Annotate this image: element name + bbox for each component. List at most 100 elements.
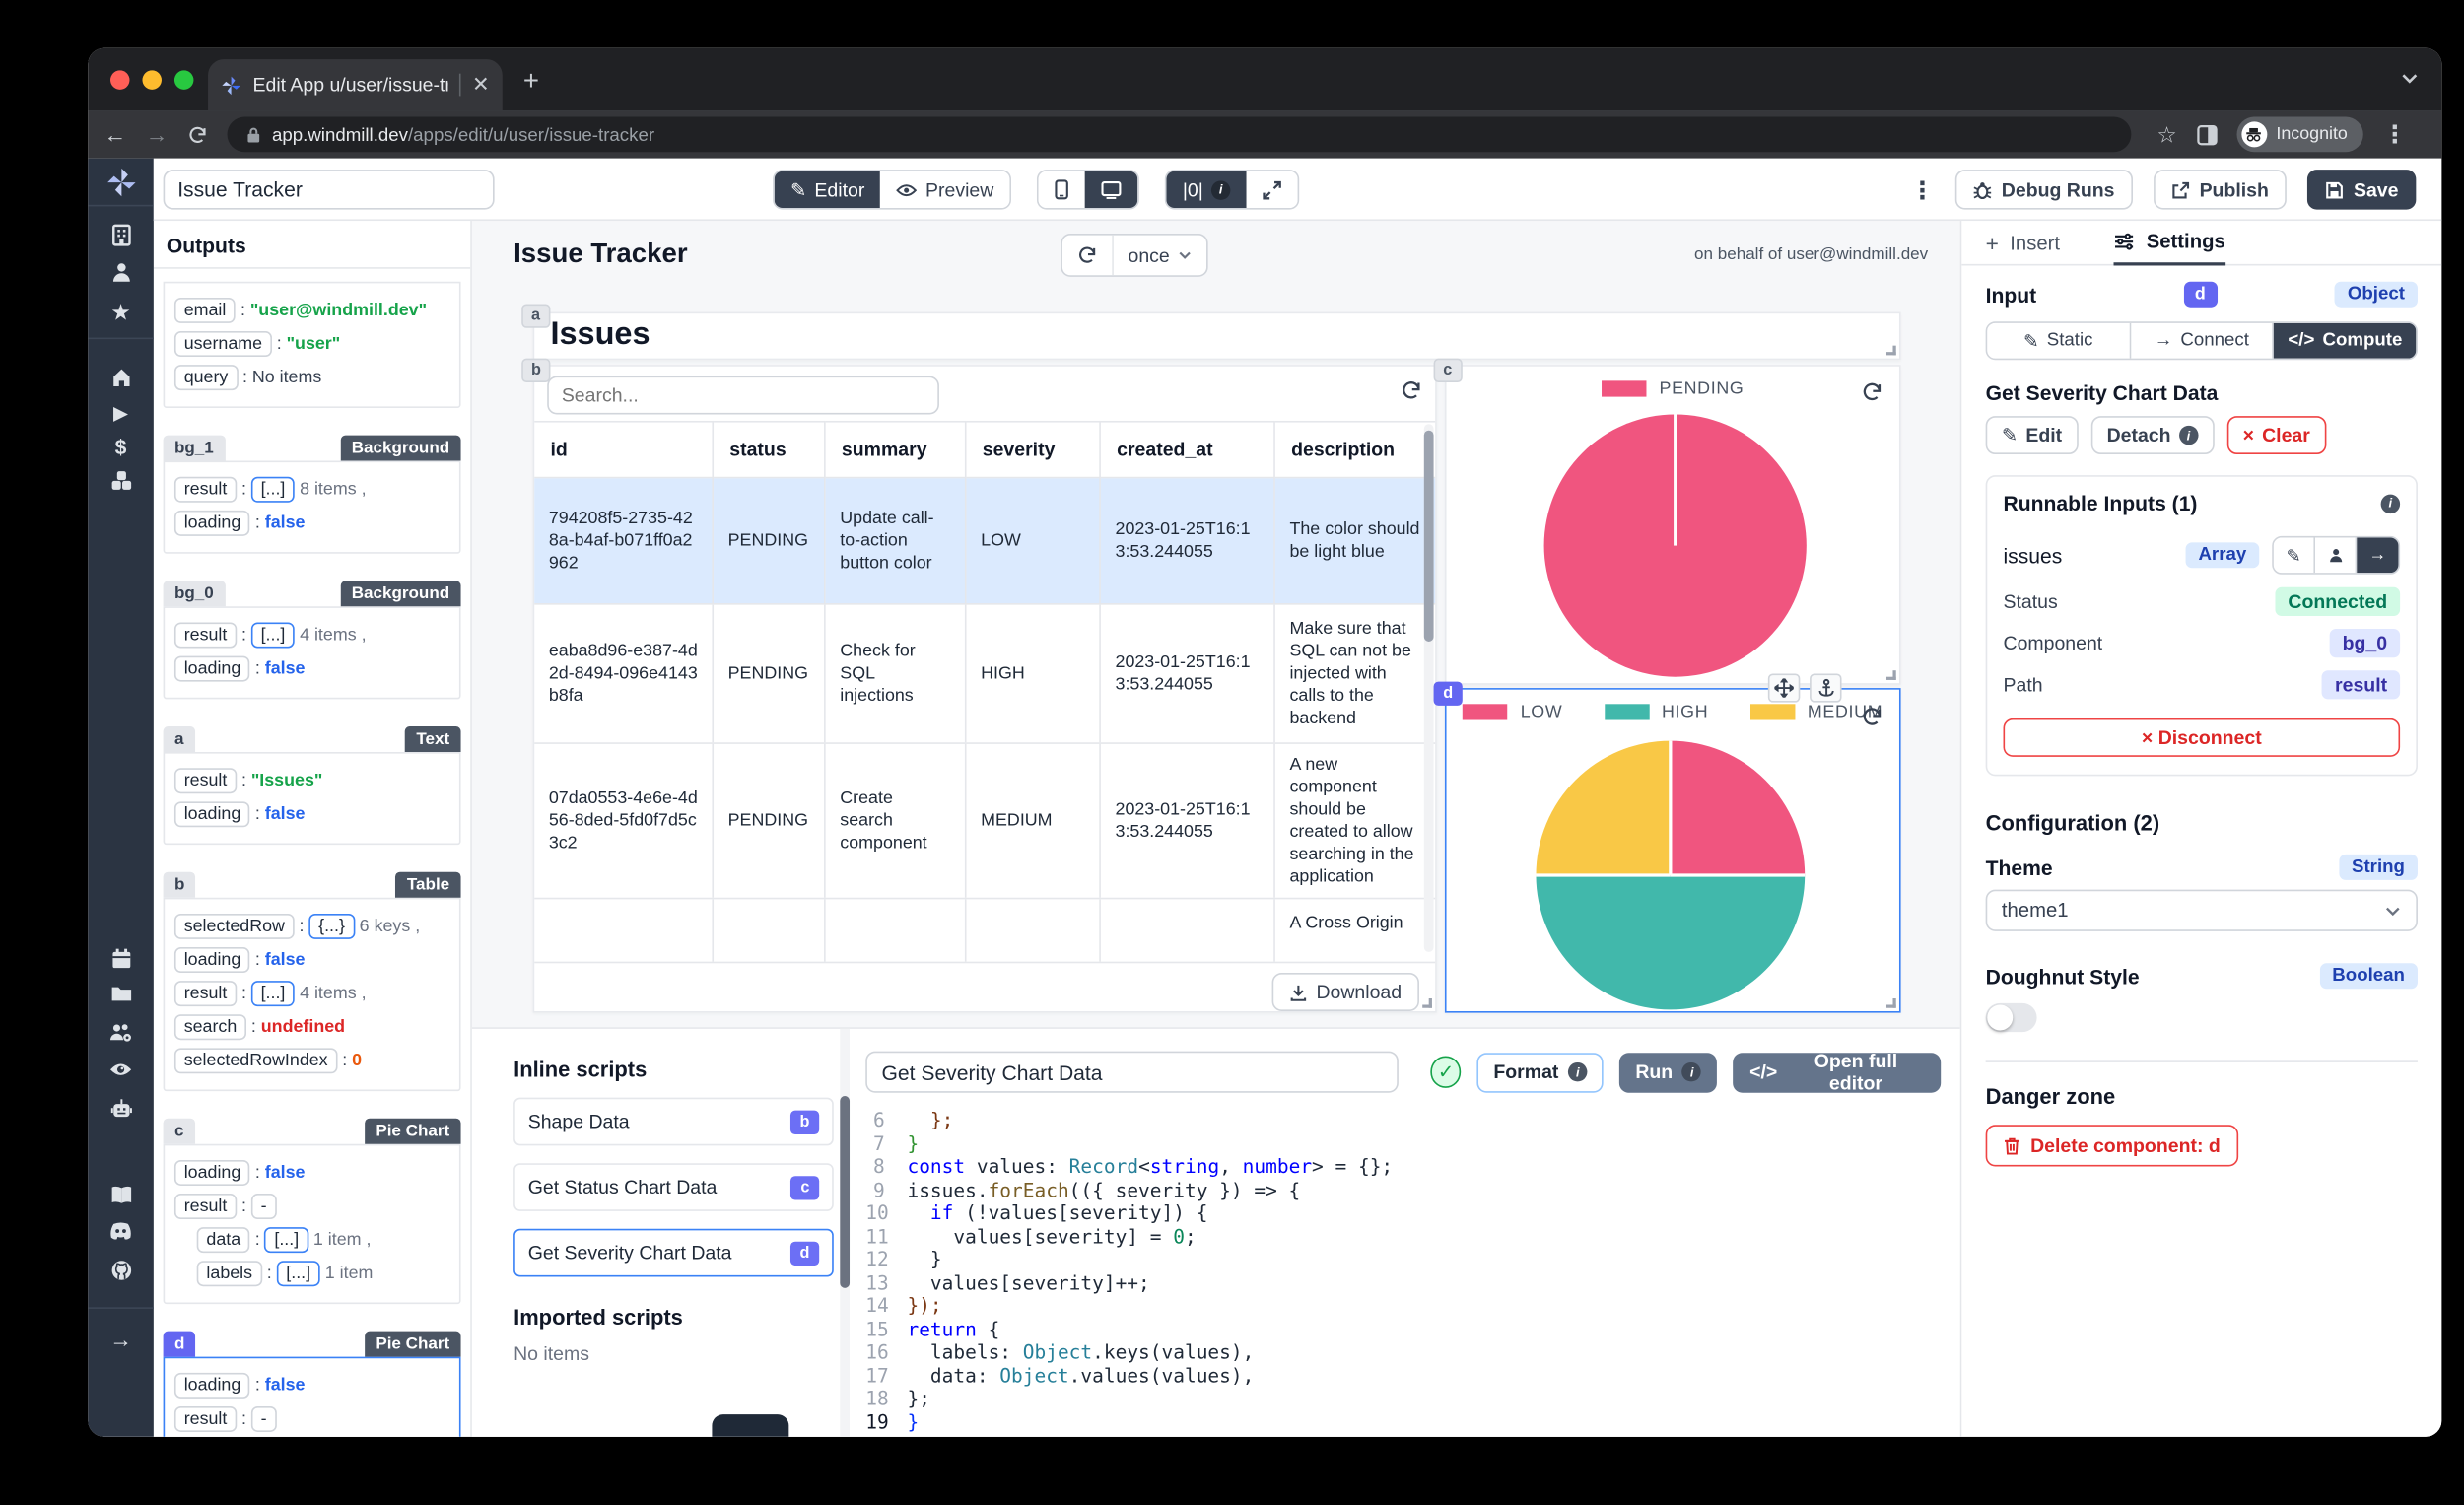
sidebar-item-audit-eye-icon[interactable] [88,1060,154,1078]
output-key[interactable]: result [173,1194,238,1220]
fullscreen-button[interactable] [1246,171,1298,209]
inline-script-item[interactable]: Get Status Chart Data c [513,1163,834,1211]
output-key[interactable]: search [173,1014,247,1041]
expand-object-pill[interactable]: {...} [308,913,355,939]
expand-array-pill[interactable]: [...] [276,1261,320,1287]
table-row[interactable]: 07da0553-4e6e-4d56-8ded-5fd0f7d5c3c2 PEND… [534,743,1436,900]
anchor-component-button[interactable] [1810,673,1842,703]
table-row[interactable]: A Cross Origin [534,899,1436,964]
output-key[interactable]: query [173,365,239,391]
delete-component-button[interactable]: Delete component: d [1985,1125,2238,1167]
detach-button[interactable]: Detach i [2090,416,2215,455]
tab-settings[interactable]: Settings [2114,221,2225,266]
publish-button[interactable]: Publish [2153,170,2287,210]
output-key[interactable]: username [173,331,272,358]
minimize-window-button[interactable] [142,70,162,90]
resize-handle[interactable] [1422,998,1432,1008]
legend-item[interactable]: LOW [1463,703,1562,721]
pie-c-refresh-icon[interactable] [1861,380,1883,403]
output-key[interactable]: selectedRow [173,913,295,939]
more-menu-icon[interactable]: ⋮ [1910,175,1934,204]
sidebar-item-user[interactable] [88,261,154,284]
table-column-header[interactable]: status [714,420,826,479]
sidebar-item-folders-icon[interactable] [88,984,154,1002]
expand-array-pill[interactable]: [...] [250,622,296,649]
clear-button[interactable]: × Clear [2226,416,2327,455]
static-mode-button[interactable]: ✎ Static [1987,322,2131,359]
sidebar-item-workers-users-icon[interactable] [88,1022,154,1043]
output-key[interactable]: result [173,622,238,649]
output-key[interactable]: loading [173,1372,251,1399]
script-name-input[interactable] [865,1051,1399,1093]
output-key[interactable]: email [173,297,237,323]
output-key[interactable]: selectedRowIndex [173,1048,338,1074]
table-search-input[interactable] [547,376,939,415]
back-icon[interactable]: ← [104,121,127,147]
open-full-editor-button[interactable]: </> Open full editor [1733,1050,1942,1094]
sidebar-item-docs-book-icon[interactable] [88,1186,154,1204]
download-button[interactable]: Download [1270,973,1419,1011]
tab-close-icon[interactable]: ✕ [472,72,490,98]
pie-d-refresh-icon[interactable] [1861,706,1883,728]
format-button[interactable]: Format i [1477,1052,1604,1092]
sidebar-item-discord-icon[interactable] [88,1222,154,1240]
reload-icon[interactable] [187,124,208,145]
sidebar-item-workspace[interactable] [88,224,154,246]
table-column-header[interactable]: created_at [1100,420,1275,479]
output-component-tag[interactable]: a [163,726,195,752]
component-tag-b[interactable]: b [521,358,551,382]
output-key[interactable]: loading [173,1159,251,1186]
text-component-issues[interactable]: Issues [532,311,1901,361]
output-key[interactable]: result [173,768,238,794]
code-editor[interactable]: 6 }; 7} 8 const values: Record<string, numb… [865,1109,1941,1434]
output-component-tag[interactable]: bg_1 [163,435,226,461]
hide-panels-button[interactable]: |0| i [1166,171,1247,209]
component-tag-a[interactable]: a [521,304,550,328]
table-column-header[interactable]: description [1274,420,1436,479]
path-badge[interactable]: result [2322,670,2401,700]
editor-mode-button[interactable]: ✎ Editor [774,171,881,209]
new-tab-button[interactable]: + [523,67,539,95]
pie-chart-component-c[interactable]: PENDING [1444,365,1901,685]
refresh-app-button[interactable] [1062,236,1112,276]
sidebar-item-variables-dollar-icon[interactable]: $ [88,436,154,459]
sidebar-item-runs-play-icon[interactable]: ▶ [88,401,154,424]
table-refresh-icon[interactable] [1400,379,1422,402]
component-tag-d[interactable]: d [1433,681,1463,706]
component-tag-c[interactable]: c [1433,358,1463,382]
output-key[interactable]: loading [173,510,251,536]
output-component-tag[interactable]: d [163,1331,196,1357]
tabs-chevron-icon[interactable] [2400,69,2419,88]
output-key[interactable]: result [173,981,238,1007]
inline-script-item[interactable]: Get Severity Chart Data d [513,1228,834,1277]
windmill-logo[interactable] [88,167,154,198]
connect-mode-button[interactable]: → Connect [2130,322,2275,359]
expand-pill[interactable]: - [250,1194,277,1220]
app-name-input[interactable] [163,170,495,210]
resize-handle[interactable] [1885,670,1896,680]
browser-tab[interactable]: Edit App u/user/issue-tracker ✕ [208,59,503,111]
table-column-header[interactable]: severity [966,420,1101,479]
doughnut-toggle[interactable] [1985,1002,2037,1033]
mobile-view-button[interactable] [1038,171,1085,209]
resize-handle[interactable] [1885,998,1896,1008]
table-row[interactable]: 794208f5-2735-428a-b4af-b071ff0a2962 PEND… [534,478,1436,605]
expand-array-pill[interactable]: [...] [250,476,296,503]
browser-menu-icon[interactable]: ⋮ [2383,120,2407,149]
desktop-view-button[interactable] [1084,171,1138,209]
output-component-tag[interactable]: bg_0 [163,581,226,607]
connect-source-button[interactable]: → [2357,537,2399,574]
output-key[interactable]: labels [196,1261,262,1287]
pie-chart-component-d[interactable]: LOW HIGH MEDIUM [1444,673,1901,1013]
legend-item[interactable]: HIGH [1604,703,1709,721]
preview-mode-button[interactable]: Preview [880,171,1010,209]
sidebar-item-favorites-star-icon[interactable]: ★ [88,300,154,327]
output-key[interactable]: result [173,476,238,503]
forward-icon[interactable]: → [146,121,169,147]
output-key[interactable]: loading [173,801,251,828]
bookmark-star-icon[interactable]: ☆ [2156,121,2176,149]
close-window-button[interactable] [110,70,130,90]
maximize-window-button[interactable] [173,70,194,90]
theme-select[interactable]: theme1 [1985,889,2418,931]
inline-script-item[interactable]: Shape Data b [513,1097,834,1146]
